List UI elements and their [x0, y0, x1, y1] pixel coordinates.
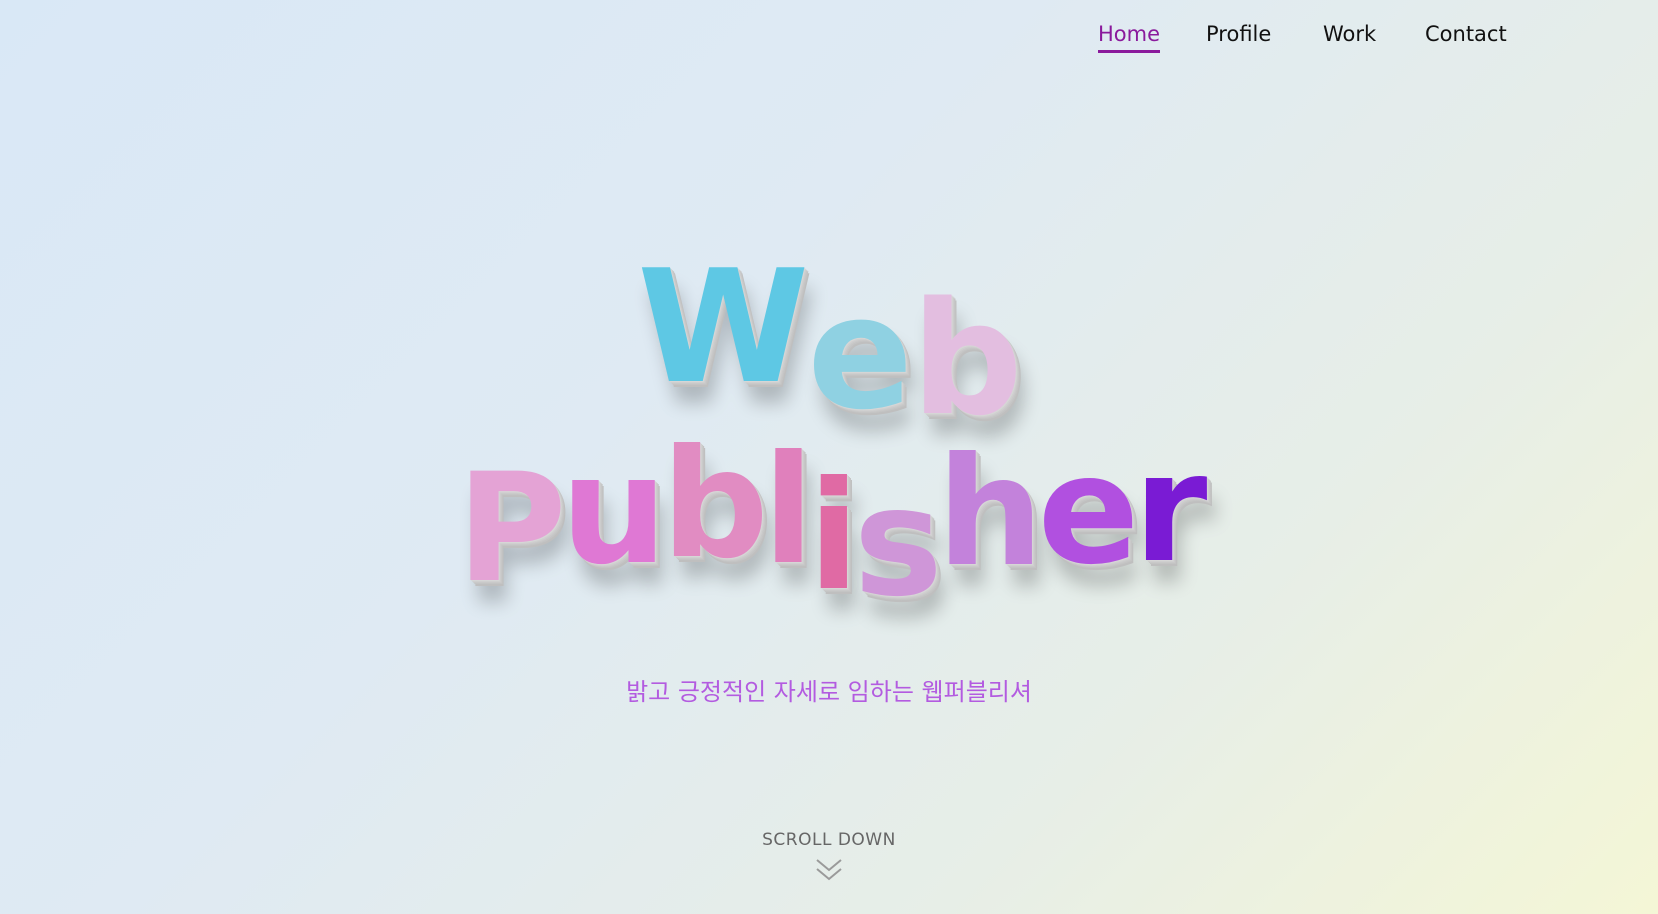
hero-letter: i: [808, 450, 859, 624]
hero-letter: W: [637, 236, 809, 418]
hero-title-line1: Web: [0, 236, 1658, 450]
hero-letter: P: [456, 442, 567, 616]
hero-subtitle: 밝고 긍정적인 자세로 임하는 웹퍼블리셔: [626, 678, 1032, 706]
nav-item-contact[interactable]: Contact: [1425, 20, 1507, 48]
hero-letter: b: [911, 268, 1023, 450]
hero-letter: l: [762, 424, 814, 598]
hero-letter: h: [936, 426, 1044, 600]
nav-item-profile[interactable]: Profile: [1206, 20, 1271, 48]
nav-item-work[interactable]: Work: [1323, 20, 1376, 48]
main-nav: Home Profile Work Contact: [0, 0, 1658, 70]
hero-letter: e: [807, 262, 913, 444]
hero-letter: r: [1133, 422, 1207, 596]
scroll-down-label[interactable]: SCROLL DOWN: [0, 830, 1658, 850]
hero-letter: u: [560, 424, 668, 598]
hero-title-line2: Publisher: [0, 418, 1658, 630]
double-chevron-down-icon[interactable]: [814, 856, 844, 886]
nav-item-home[interactable]: Home: [1098, 20, 1161, 53]
hero-letter: b: [661, 418, 768, 592]
hero-letter: e: [1037, 424, 1140, 598]
hero-letter: s: [853, 456, 943, 630]
